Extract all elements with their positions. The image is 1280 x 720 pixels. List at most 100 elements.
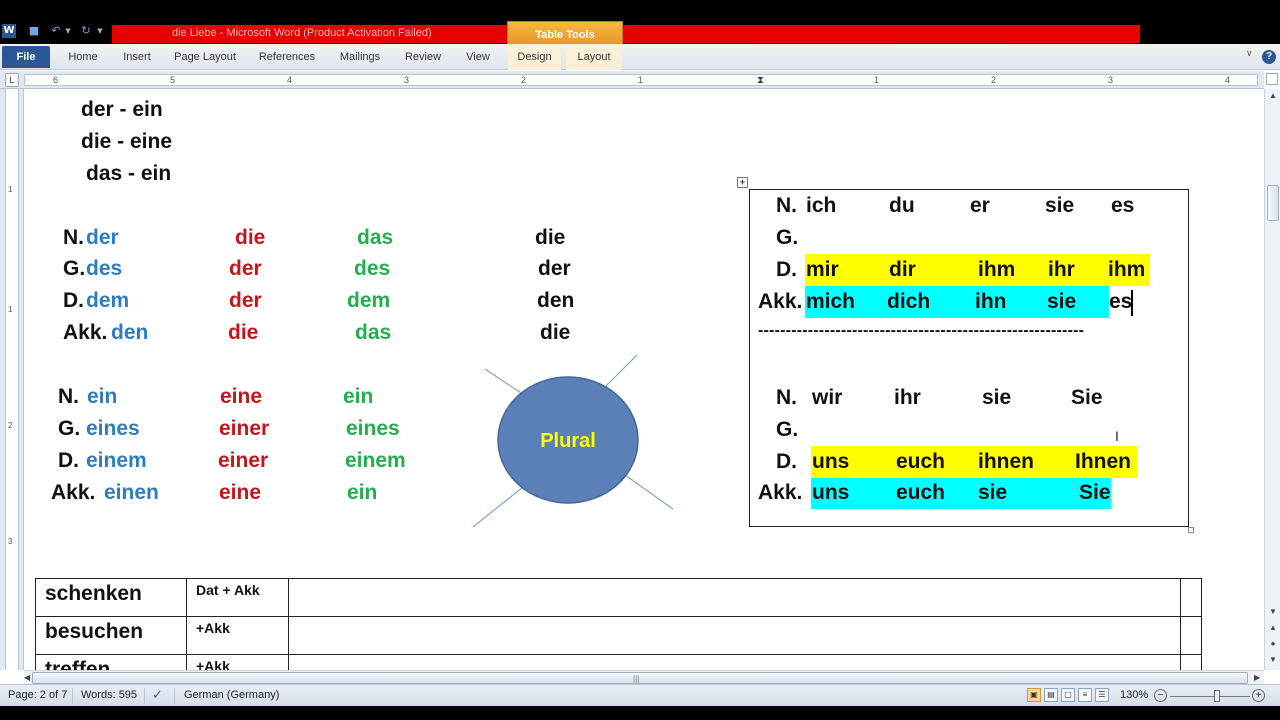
quick-access-customize-icon[interactable]: ▼ <box>96 24 104 38</box>
neuter-article: einem <box>345 449 406 472</box>
scroll-left-icon[interactable]: ◀ <box>24 671 30 684</box>
previous-page-icon[interactable]: ▲ <box>1266 621 1280 635</box>
case-label: Akk. <box>51 481 96 504</box>
vertical-scroll-thumb[interactable] <box>1267 185 1279 221</box>
next-page-icon[interactable]: ▼ <box>1266 653 1280 667</box>
save-icon[interactable]: ■ <box>26 24 42 38</box>
draft-view-icon[interactable]: ☰ <box>1095 688 1109 702</box>
verb-cell[interactable]: besuchen <box>35 616 187 655</box>
masculine-article: den <box>111 321 149 344</box>
case-cell[interactable]: Dat + Akk <box>186 578 289 617</box>
zoom-in-icon[interactable]: + <box>1252 689 1265 702</box>
verb-cell[interactable]: schenken <box>35 578 187 617</box>
status-divider <box>72 688 73 704</box>
table-move-handle-icon[interactable]: + <box>737 177 748 188</box>
zoom-slider-thumb[interactable] <box>1214 690 1220 702</box>
case-cell[interactable]: +Akk <box>186 654 289 670</box>
empty-cell[interactable] <box>288 578 1181 617</box>
horizontal-scroll-thumb[interactable]: ||| <box>32 672 1248 684</box>
vertical-ruler[interactable]: 1 1 2 3 <box>0 89 24 670</box>
plural-article: die <box>540 321 571 344</box>
tab-references[interactable]: References <box>254 44 320 70</box>
pronoun: er <box>970 194 990 217</box>
neuter-article: das <box>355 321 392 344</box>
horizontal-ruler[interactable]: L 6 5 4 3 2 1 ⧗ 1 2 3 4 <box>0 71 1264 89</box>
empty-cell[interactable] <box>288 616 1181 655</box>
title-bar: W ■ ↶ ▼ ↻ ▼ die Liebe - Microsoft Word (… <box>0 0 1280 46</box>
vertical-scrollbar[interactable]: ▲ ▼ ▲ ● ▼ <box>1264 89 1280 670</box>
undo-dropdown-icon[interactable]: ▼ <box>64 24 72 38</box>
pronoun: dich <box>887 290 931 313</box>
zoom-out-icon[interactable]: − <box>1154 689 1167 702</box>
proofing-icon[interactable]: ✓ <box>152 687 163 703</box>
indent-marker-icon[interactable]: ⧗ <box>757 75 764 85</box>
vertical-ruler-strip: 1 1 2 3 <box>5 89 19 670</box>
pronoun: ihnen <box>978 450 1034 473</box>
neuter-article: dem <box>347 289 391 312</box>
verb-table[interactable]: schenken Dat + Akk besuchen +Akk treffen… <box>35 578 1202 670</box>
feminine-article: die <box>235 226 266 249</box>
full-screen-reading-icon[interactable]: ▤ <box>1044 688 1058 702</box>
tab-selector-icon[interactable]: L <box>5 73 19 87</box>
language-indicator[interactable]: German (Germany) <box>184 689 279 701</box>
empty-cell[interactable] <box>288 654 1181 670</box>
table-resize-handle[interactable] <box>1188 527 1194 533</box>
tab-mailings[interactable]: Mailings <box>334 44 386 70</box>
tab-page-layout[interactable]: Page Layout <box>170 44 240 70</box>
print-layout-view-icon[interactable]: ▣ <box>1027 688 1041 702</box>
zoom-slider[interactable] <box>1170 696 1250 697</box>
web-layout-icon[interactable]: ▢ <box>1061 688 1075 702</box>
empty-cell[interactable] <box>1180 654 1202 670</box>
case-label: N. <box>63 226 84 249</box>
redo-icon[interactable]: ↻ <box>78 24 94 38</box>
pronoun: es <box>1109 290 1133 313</box>
neuter-article: ein <box>347 481 378 504</box>
ruler-number: 3 <box>1108 75 1114 85</box>
table-row: besuchen +Akk <box>35 616 1202 655</box>
scroll-right-icon[interactable]: ▶ <box>1254 671 1260 684</box>
tab-insert[interactable]: Insert <box>118 44 156 70</box>
pronoun: euch <box>896 450 946 473</box>
scroll-up-icon[interactable]: ▲ <box>1266 89 1280 103</box>
scroll-down-icon[interactable]: ▼ <box>1266 605 1280 619</box>
feminine-article: einer <box>218 449 269 472</box>
word-count[interactable]: Words: 595 <box>81 689 137 701</box>
pronoun: sie <box>1047 290 1077 313</box>
empty-cell[interactable] <box>1180 616 1202 655</box>
pronoun: dir <box>889 258 916 281</box>
tab-design[interactable]: Design <box>508 44 561 70</box>
ruler-number: 3 <box>8 537 13 546</box>
tab-view[interactable]: View <box>460 44 496 70</box>
case-cell[interactable]: +Akk <box>186 616 289 655</box>
pronoun: ihn <box>975 290 1007 313</box>
horizontal-scrollbar[interactable]: ◀ ||| ▶ <box>24 670 1264 684</box>
document-page[interactable]: der - ein die - eine das - ein N. G. D. … <box>25 89 1264 670</box>
ribbon-tab-bar: File Home Insert Page Layout References … <box>0 44 1280 70</box>
view-ruler-toggle[interactable] <box>1266 73 1278 85</box>
pronoun-table[interactable]: N. G. D. Akk. ich du er sie es mir dir i… <box>749 189 1189 527</box>
verb-cell[interactable]: treffen <box>35 654 187 670</box>
word-app-icon[interactable]: W <box>2 24 16 38</box>
zoom-level[interactable]: 130% <box>1120 689 1148 701</box>
browse-object-icon[interactable]: ● <box>1266 637 1280 651</box>
outline-view-icon[interactable]: ≡ <box>1078 688 1092 702</box>
empty-cell[interactable] <box>1180 578 1202 617</box>
case-label: G. <box>776 418 799 441</box>
plural-article: den <box>537 289 575 312</box>
plural-shape[interactable]: Plural <box>465 351 685 531</box>
page-count[interactable]: Page: 2 of 7 <box>8 689 67 701</box>
text-cursor <box>1131 290 1133 316</box>
ruler-number: 1 <box>8 185 13 194</box>
tab-home[interactable]: Home <box>64 44 102 70</box>
masculine-article: der <box>86 226 119 249</box>
case-label: Akk. <box>758 481 803 504</box>
article-pair: der - ein <box>81 98 163 121</box>
undo-icon[interactable]: ↶ <box>48 24 64 38</box>
tab-review[interactable]: Review <box>400 44 446 70</box>
tab-layout[interactable]: Layout <box>566 44 622 70</box>
pronoun: du <box>889 194 915 217</box>
minimize-ribbon-icon[interactable]: ∨ <box>1246 48 1253 59</box>
tab-file[interactable]: File <box>2 46 50 68</box>
case-label: N. <box>776 194 797 217</box>
help-icon[interactable]: ? <box>1262 50 1276 64</box>
